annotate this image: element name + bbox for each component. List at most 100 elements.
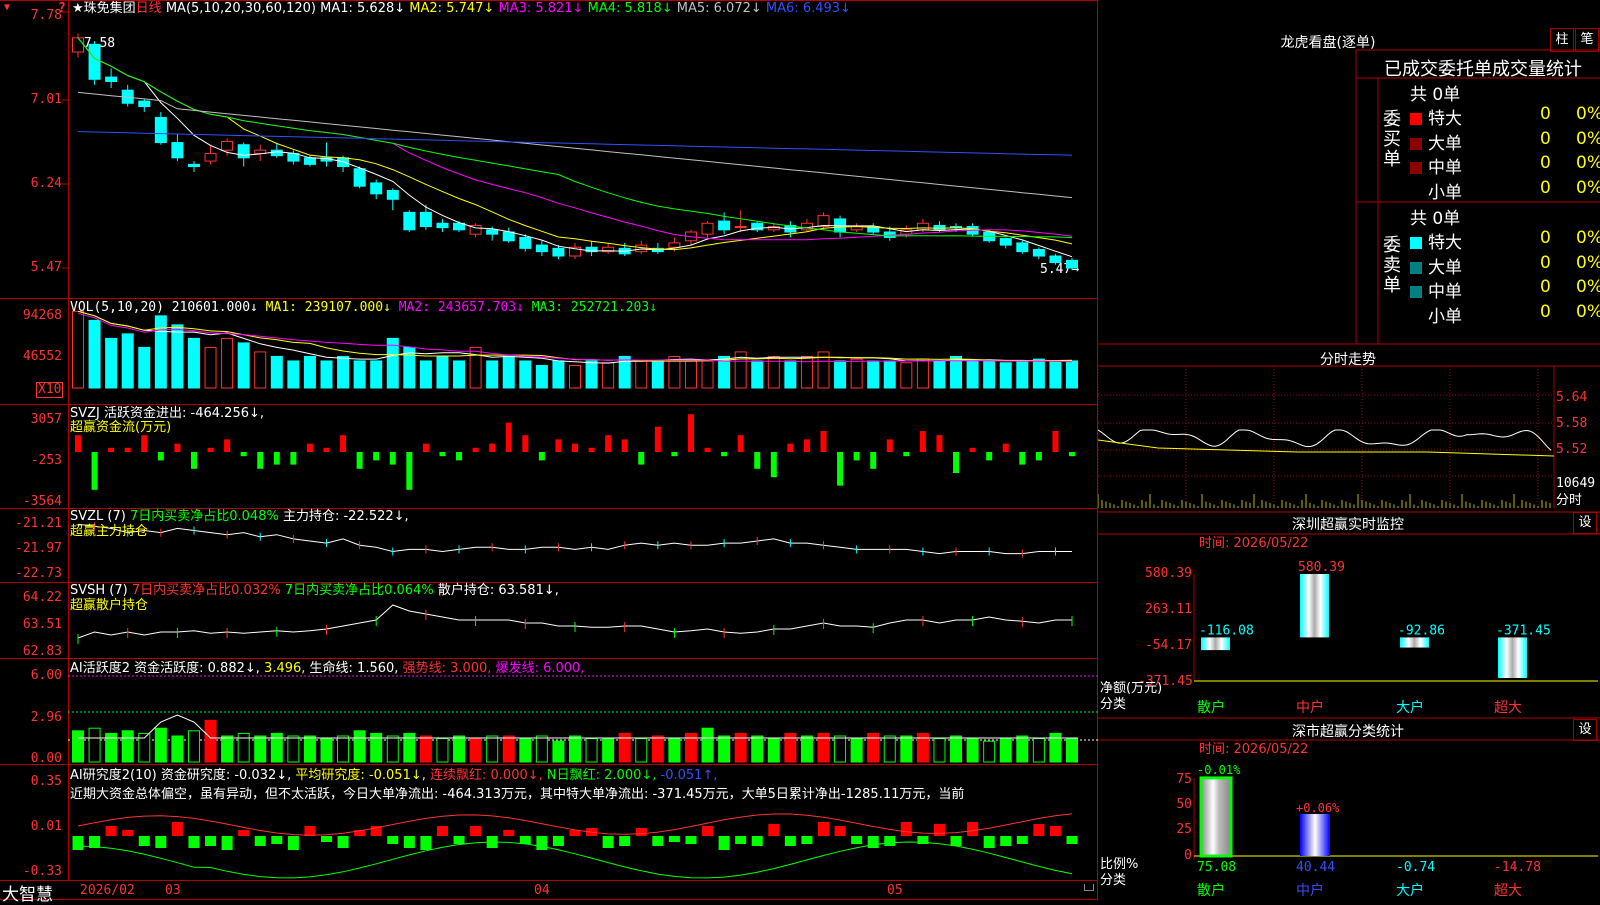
ai2-header: AI研究度2(10) 资金研究度: -0.032↓, 平均研究度: -0.051…: [70, 768, 717, 783]
volume-bar: [171, 324, 184, 389]
svzj-header: SVZJ 活跃资金进出: -464.256↓,: [70, 406, 264, 421]
svzj-value: 活跃资金进出: -464.256↓,: [104, 406, 265, 421]
kline-chart[interactable]: [0, 0, 1098, 900]
activity-bar: [651, 735, 664, 763]
volume-bar: [585, 360, 598, 389]
candle-body: [668, 242, 681, 248]
flow-bar: [621, 439, 628, 452]
svzl-b: 主力持仓: -22.522↓,: [282, 509, 409, 524]
activity-bar: [519, 738, 532, 763]
buy-count: 0: [1540, 104, 1551, 124]
sell-type: 特大: [1428, 233, 1462, 253]
ai1-axis-label: 0.00: [30, 751, 62, 766]
lock-icon[interactable]: [1084, 884, 1094, 891]
activity-bar: [900, 735, 913, 763]
ai2-label: AI研究度2(10): [70, 768, 157, 783]
ai2-b: 平均研究度: -0.051↓,: [295, 768, 426, 783]
flow-bar: [456, 452, 463, 461]
research-bar: [304, 826, 316, 836]
research-bar: [420, 836, 432, 850]
sell-swatch-icon: [1410, 261, 1422, 274]
research-bar: [536, 836, 548, 850]
research-bar: [983, 836, 995, 848]
volume-bar: [154, 315, 167, 389]
candle-body: [204, 152, 217, 162]
monitor-value-label: -371.45: [1496, 623, 1551, 638]
volume-bar: [287, 360, 300, 389]
stat-category-label: 中户: [1296, 882, 1324, 899]
activity-bar: [552, 740, 565, 763]
volume-bar: [303, 355, 316, 389]
flow-bar: [605, 435, 612, 452]
flow-bar: [654, 426, 661, 452]
svzl-a: 7日内买卖净占比0.048%: [129, 509, 279, 524]
volume-bar: [635, 360, 648, 389]
activity-bar: [850, 738, 863, 763]
candle-body: [171, 142, 184, 159]
monitor-category-label: 中户: [1296, 699, 1324, 716]
stat-category-label: 大户: [1396, 882, 1424, 899]
stat-value-label: -0.74: [1396, 860, 1435, 875]
stat-bar: [1300, 813, 1330, 856]
svzl-subtitle: 超赢主力持仓: [70, 524, 149, 539]
activity-bar: [635, 738, 648, 763]
flow-bar: [356, 452, 363, 469]
vol-unit-badge[interactable]: X10: [36, 382, 64, 398]
volume-bar: [320, 360, 333, 389]
candle-body: [1049, 255, 1062, 264]
kline-panel[interactable]: ★珠免集团日线 MA(5,10,20,30,60,120) MA1: 5.628…: [0, 0, 1098, 905]
volume-bar: [1066, 360, 1078, 389]
svsh-subtitle: 超赢散户持仓: [70, 598, 149, 613]
monitor-category-label: 超大: [1494, 700, 1522, 716]
activity-bar: [72, 730, 84, 763]
candle-body: [1032, 248, 1045, 257]
fenshi-avg-line: [1098, 439, 1555, 457]
date-axis-label: 04: [534, 883, 550, 898]
volume-bar: [121, 333, 134, 389]
activity-bar: [337, 735, 350, 763]
buy-type: 小单: [1428, 182, 1462, 203]
research-bar: [851, 836, 863, 844]
activity-bar: [187, 730, 200, 763]
research-bar: [735, 836, 747, 844]
candle-body: [817, 215, 830, 228]
volume-bar: [651, 360, 664, 389]
flow-bar: [770, 452, 777, 478]
vol-ma2: MA2: 243657.703↓: [398, 300, 524, 315]
candle-body: [552, 247, 565, 257]
sell-row: 中单 0 0%: [1410, 277, 1600, 302]
flow-bar: [141, 435, 148, 452]
buy-swatch-icon: [1410, 137, 1422, 150]
flow-bar: [406, 452, 413, 490]
flow-bar: [472, 447, 479, 452]
volume-bar: [751, 360, 764, 389]
activity-bar: [950, 735, 963, 763]
flow-bar: [190, 452, 197, 469]
right-panel: 龙虎看盘(逐单) 柱 笔 已成交委托单成交量统计 委买单 委卖单 共 0单 共 …: [1098, 0, 1600, 900]
volume-bar: [883, 360, 896, 389]
activity-bar: [1016, 735, 1029, 763]
flow-bar: [820, 431, 827, 452]
research-bar: [254, 836, 266, 846]
vol-value: 210601.000↓: [171, 300, 258, 315]
candle-body: [486, 229, 499, 235]
research-bar: [519, 836, 531, 844]
svzj-axis-label: -253: [30, 453, 62, 468]
volume-bar: [337, 355, 350, 389]
activity-bar: [353, 730, 366, 763]
candle-body: [436, 222, 449, 229]
flow-bar: [439, 452, 446, 457]
research-bar: [238, 830, 250, 836]
ai1-d: 强势线: 3.000,: [402, 661, 492, 676]
buy-pct: 0%: [1576, 153, 1600, 174]
candle-body: [138, 100, 151, 108]
flow-bar: [1069, 452, 1075, 457]
ai2-comment: 近期大资金总体偏空，虽有异动，但不太活跃，今日大单净流出: -464.313万元…: [70, 787, 965, 802]
sell-pct: 0%: [1576, 252, 1600, 273]
research-bar: [138, 836, 150, 846]
buy-count: 0: [1540, 153, 1551, 174]
svzj-axis-label: 3057: [30, 412, 62, 427]
research-bar: [1016, 836, 1028, 844]
monitor-category-label: 大户: [1396, 699, 1424, 716]
candle-body: [187, 163, 200, 168]
